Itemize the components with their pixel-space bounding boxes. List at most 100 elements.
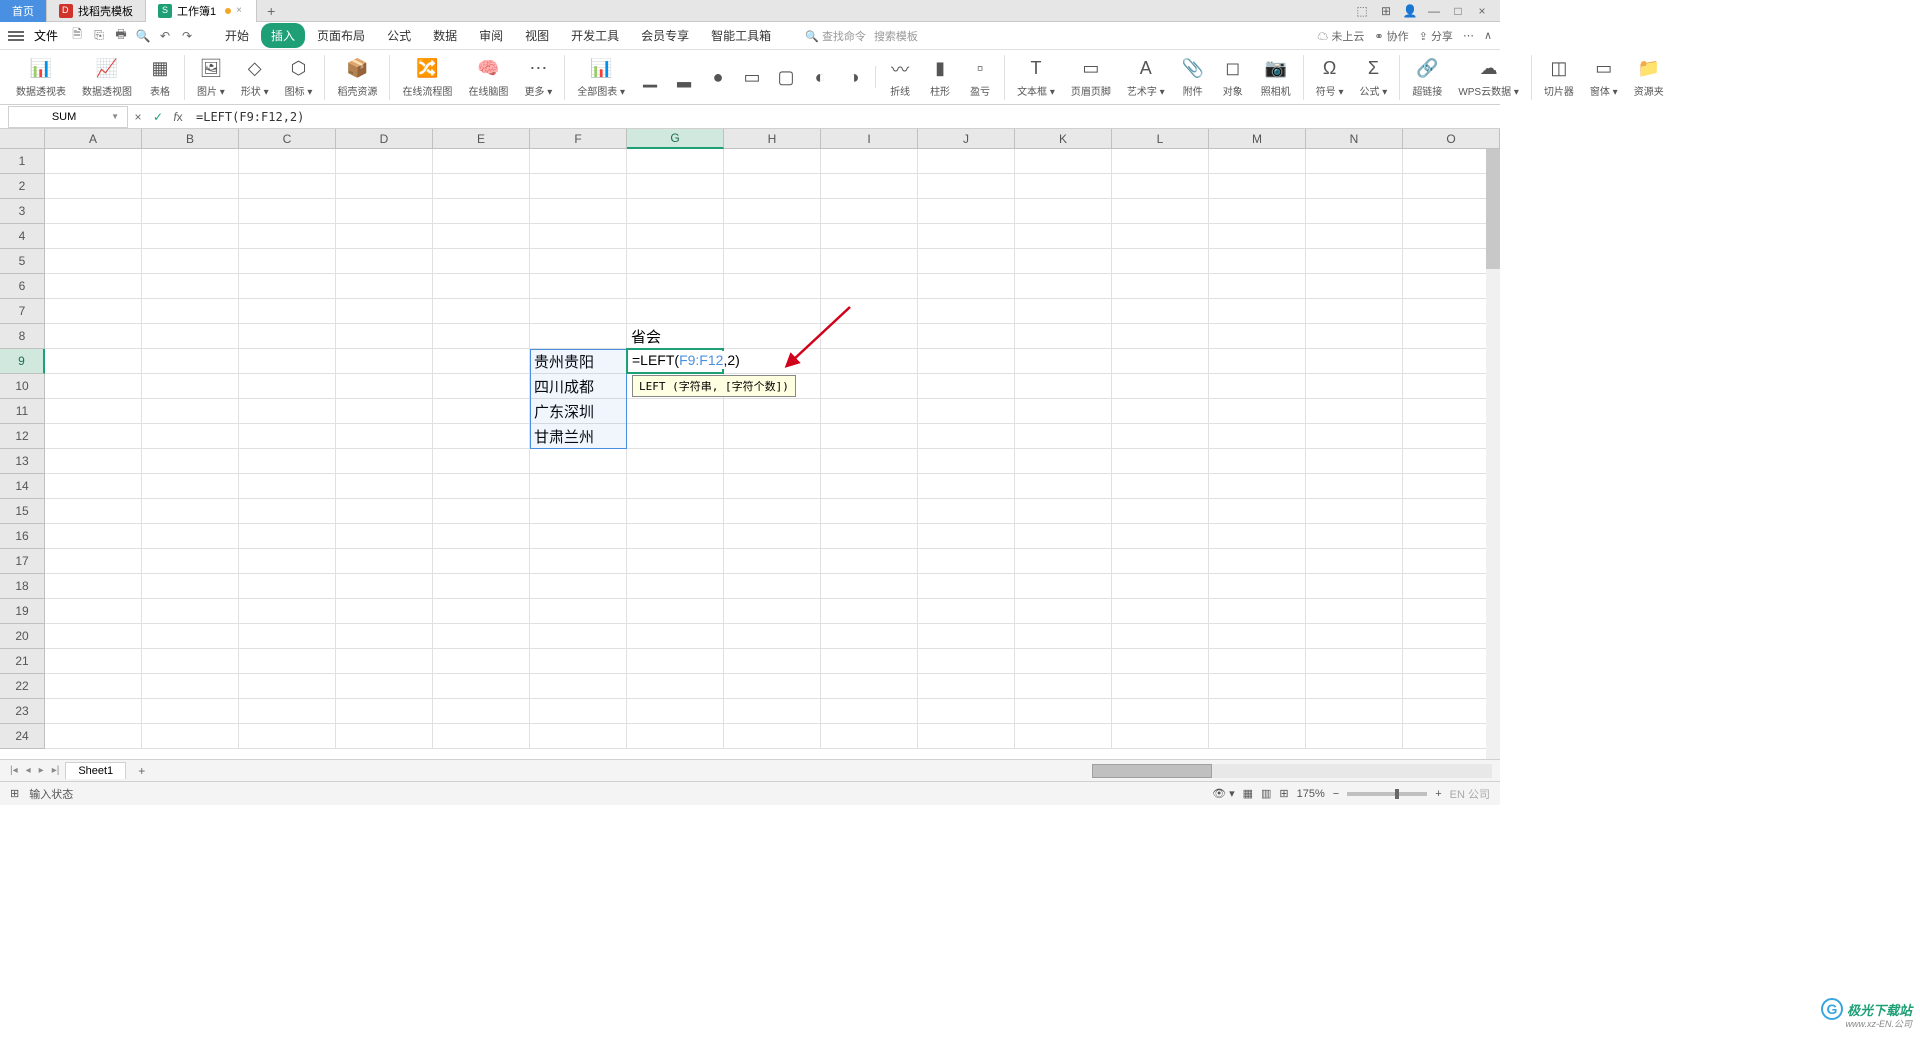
cell-N18[interactable] xyxy=(1306,574,1403,599)
cell-B1[interactable] xyxy=(142,149,239,174)
cell-C16[interactable] xyxy=(239,524,336,549)
row-header-13[interactable]: 13 xyxy=(0,449,45,474)
cell-H19[interactable] xyxy=(724,599,821,624)
cell-D4[interactable] xyxy=(336,224,433,249)
cell-M17[interactable] xyxy=(1209,549,1306,574)
cell-J4[interactable] xyxy=(918,224,1015,249)
cell-L18[interactable] xyxy=(1112,574,1209,599)
cell-E16[interactable] xyxy=(433,524,530,549)
cell-C3[interactable] xyxy=(239,199,336,224)
cell-E11[interactable] xyxy=(433,399,530,424)
ribbon-WPS云数据[interactable]: ☁WPS云数据 ▾ xyxy=(1450,55,1532,100)
cell-H1[interactable] xyxy=(724,149,821,174)
cell-B16[interactable] xyxy=(142,524,239,549)
ribbon-图片[interactable]: 🖼图片 ▾ xyxy=(189,55,233,100)
cell-F20[interactable] xyxy=(530,624,627,649)
col-header-A[interactable]: A xyxy=(45,129,142,149)
cell-K17[interactable] xyxy=(1015,549,1112,574)
cell-H16[interactable] xyxy=(724,524,821,549)
hamburger-icon[interactable] xyxy=(8,31,24,41)
cell-H13[interactable] xyxy=(724,449,821,474)
menu-devtools[interactable]: 开发工具 xyxy=(561,23,629,48)
cell-A4[interactable] xyxy=(45,224,142,249)
row-header-5[interactable]: 5 xyxy=(0,249,45,274)
cell-H20[interactable] xyxy=(724,624,821,649)
cell-L10[interactable] xyxy=(1112,374,1209,399)
save-icon[interactable]: 🗎 xyxy=(68,27,86,45)
cell-G12[interactable] xyxy=(627,424,724,449)
cell-B15[interactable] xyxy=(142,499,239,524)
file-menu[interactable]: 文件 xyxy=(28,27,64,44)
cell-E19[interactable] xyxy=(433,599,530,624)
cell-D17[interactable] xyxy=(336,549,433,574)
tab-close-icon[interactable]: × xyxy=(236,5,244,16)
cell-K11[interactable] xyxy=(1015,399,1112,424)
cell-K20[interactable] xyxy=(1015,624,1112,649)
cell-E1[interactable] xyxy=(433,149,530,174)
cell-C15[interactable] xyxy=(239,499,336,524)
tab-home[interactable]: 首页 xyxy=(0,0,47,22)
row-header-24[interactable]: 24 xyxy=(0,724,45,749)
cell-J5[interactable] xyxy=(918,249,1015,274)
ribbon-chart-15[interactable]: ▢ xyxy=(769,66,803,88)
cell-D7[interactable] xyxy=(336,299,433,324)
cell-J2[interactable] xyxy=(918,174,1015,199)
cell-A19[interactable] xyxy=(45,599,142,624)
hscroll-thumb[interactable] xyxy=(1092,764,1212,778)
vertical-scrollbar[interactable] xyxy=(1486,149,1500,759)
cell-I18[interactable] xyxy=(821,574,918,599)
zoom-in-button[interactable]: + xyxy=(1435,788,1441,800)
cell-J23[interactable] xyxy=(918,699,1015,724)
cell-G23[interactable] xyxy=(627,699,724,724)
cell-L23[interactable] xyxy=(1112,699,1209,724)
cell-A3[interactable] xyxy=(45,199,142,224)
sheet-nav-first-icon[interactable]: |◂ xyxy=(8,765,20,776)
cell-N14[interactable] xyxy=(1306,474,1403,499)
ribbon-数据透视表[interactable]: 📊数据透视表 xyxy=(8,55,74,100)
cell-L21[interactable] xyxy=(1112,649,1209,674)
cell-B4[interactable] xyxy=(142,224,239,249)
menu-view[interactable]: 视图 xyxy=(515,23,559,48)
cell-E18[interactable] xyxy=(433,574,530,599)
cell-D20[interactable] xyxy=(336,624,433,649)
col-header-H[interactable]: H xyxy=(724,129,821,149)
cell-L8[interactable] xyxy=(1112,324,1209,349)
cell-K15[interactable] xyxy=(1015,499,1112,524)
cell-F5[interactable] xyxy=(530,249,627,274)
cell-L4[interactable] xyxy=(1112,224,1209,249)
cell-L7[interactable] xyxy=(1112,299,1209,324)
cell-C17[interactable] xyxy=(239,549,336,574)
cell-N16[interactable] xyxy=(1306,524,1403,549)
cell-F22[interactable] xyxy=(530,674,627,699)
ribbon-表格[interactable]: ▦表格 xyxy=(140,55,185,100)
cell-N9[interactable] xyxy=(1306,349,1403,374)
maximize-button[interactable]: □ xyxy=(1450,3,1466,19)
col-header-B[interactable]: B xyxy=(142,129,239,149)
cell-L9[interactable] xyxy=(1112,349,1209,374)
cell-J21[interactable] xyxy=(918,649,1015,674)
row-header-15[interactable]: 15 xyxy=(0,499,45,524)
ribbon-照相机[interactable]: 📷照相机 xyxy=(1253,55,1304,100)
view-normal-icon[interactable]: ▦ xyxy=(1243,787,1253,800)
cell-F11[interactable]: 广东深圳 xyxy=(530,399,627,424)
cell-N22[interactable] xyxy=(1306,674,1403,699)
cell-E12[interactable] xyxy=(433,424,530,449)
formula-input[interactable]: =LEFT(F9:F12,2) xyxy=(188,110,1500,124)
cell-C7[interactable] xyxy=(239,299,336,324)
cell-L24[interactable] xyxy=(1112,724,1209,749)
cell-K6[interactable] xyxy=(1015,274,1112,299)
cell-J8[interactable] xyxy=(918,324,1015,349)
cell-J3[interactable] xyxy=(918,199,1015,224)
ribbon-符号[interactable]: Ω符号 ▾ xyxy=(1308,55,1352,100)
cell-F14[interactable] xyxy=(530,474,627,499)
cell-F18[interactable] xyxy=(530,574,627,599)
cell-A8[interactable] xyxy=(45,324,142,349)
cell-B8[interactable] xyxy=(142,324,239,349)
cell-K1[interactable] xyxy=(1015,149,1112,174)
cell-I15[interactable] xyxy=(821,499,918,524)
cell-I14[interactable] xyxy=(821,474,918,499)
cell-D12[interactable] xyxy=(336,424,433,449)
cell-C24[interactable] xyxy=(239,724,336,749)
cell-A7[interactable] xyxy=(45,299,142,324)
cell-C4[interactable] xyxy=(239,224,336,249)
